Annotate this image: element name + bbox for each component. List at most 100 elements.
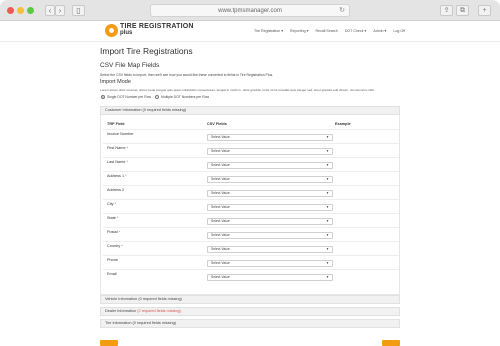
- minimize-window-button[interactable]: [17, 7, 24, 14]
- csv-field-select[interactable]: Select Value ▼: [207, 176, 333, 183]
- customer-panel-body: TRP Field CSV Fields Example Invoice Num…: [100, 115, 400, 295]
- logo-text-line1: TIRE REGISTRATION: [120, 23, 194, 30]
- csv-field-select[interactable]: Select Value ▼: [207, 148, 333, 155]
- vehicle-panel-header[interactable]: Vehicle Information (0 required fields m…: [100, 295, 400, 304]
- dealer-panel-header[interactable]: Dealer Information (2 required fields mi…: [100, 307, 400, 316]
- field-label: Last Name *: [107, 160, 128, 164]
- csv-field-select[interactable]: Select Value ▼: [207, 274, 333, 281]
- csv-field-select[interactable]: Select Value ▼: [207, 218, 333, 225]
- site-logo[interactable]: TIRE REGISTRATION plus: [105, 23, 193, 38]
- table-row: Last Name * Select Value ▼: [103, 157, 399, 171]
- table-row: City * Select Value ▼: [103, 199, 399, 213]
- required-marker: *: [125, 174, 127, 178]
- csv-field-select[interactable]: Select Value ▼: [207, 246, 333, 253]
- chevron-down-icon: ▼: [326, 191, 329, 195]
- tire-panel-header[interactable]: Tire Information (0 required fields miss…: [100, 319, 400, 328]
- csv-field-select-value: Select Value: [211, 163, 230, 167]
- table-row: Country * Select Value ▼: [103, 241, 399, 255]
- field-label-text: Invoice Number: [107, 132, 134, 136]
- new-tab-icon[interactable]: +: [478, 5, 491, 16]
- share-icon[interactable]: ⇪: [440, 5, 453, 16]
- csv-field-select[interactable]: Select Value ▼: [207, 162, 333, 169]
- field-label-text: Postal: [107, 230, 118, 234]
- table-row: Email Select Value ▼: [103, 269, 399, 283]
- field-label-text: Address 2: [107, 188, 125, 192]
- chevron-down-icon: ▼: [326, 205, 329, 209]
- chevron-down-icon: ▼: [326, 149, 329, 153]
- import-mode-heading: Import Mode: [100, 79, 131, 85]
- nav-tire-registration[interactable]: Tire Registration ▾: [254, 29, 283, 33]
- browser-toolbar: ‹ › ▯ www.tpmsmanager.com ↻ ⇪ ⧉ +: [0, 0, 500, 21]
- csv-field-select-value: Select Value: [211, 261, 230, 265]
- csv-field-select[interactable]: Select Value ▼: [207, 134, 333, 141]
- nav-admin[interactable]: Admin ▾: [373, 29, 386, 33]
- field-label-text: Country: [107, 244, 121, 248]
- field-label: Email: [107, 272, 117, 276]
- back-button[interactable]: [100, 340, 118, 346]
- address-bar-url: www.tpmsmanager.com: [218, 8, 282, 14]
- next-button[interactable]: [382, 340, 400, 346]
- field-label-text: Phone: [107, 258, 118, 262]
- required-marker: *: [116, 216, 119, 220]
- field-label: Address 2: [107, 188, 124, 192]
- site-header: TIRE REGISTRATION plus Tire Registration…: [0, 21, 500, 42]
- table-row: Invoice Number Select Value ▼: [103, 129, 399, 143]
- address-bar[interactable]: www.tpmsmanager.com ↻: [150, 4, 350, 17]
- csv-field-select[interactable]: Select Value ▼: [207, 260, 333, 267]
- tabs-overview-icon[interactable]: ⧉: [456, 5, 469, 16]
- dealer-missing-warning: (2 required fields missing): [137, 309, 181, 313]
- csv-field-select-value: Select Value: [211, 219, 230, 223]
- csv-field-select-value: Select Value: [211, 275, 230, 279]
- close-window-button[interactable]: [7, 7, 14, 14]
- page-title: Import Tire Registrations: [100, 46, 193, 56]
- field-label-text: First Name: [107, 146, 126, 150]
- field-label: Invoice Number: [107, 132, 134, 136]
- column-header-csv-fields: CSV Fields: [207, 122, 227, 126]
- top-navigation: Tire Registration ▾ Reporting ▾ Recall S…: [254, 29, 405, 33]
- radio-single-dot[interactable]: Single DOT Number per Row: [101, 95, 151, 100]
- maximize-window-button[interactable]: [27, 7, 34, 14]
- table-row: Address 1 * Select Value ▼: [103, 171, 399, 185]
- column-header-example: Example: [335, 122, 351, 126]
- csv-field-select[interactable]: Select Value ▼: [207, 204, 333, 211]
- section-help-text: Select the CSV fields to import, then we…: [100, 73, 274, 77]
- tire-panel-title: Tire Information (0 required fields miss…: [105, 321, 176, 325]
- nav-dot-check[interactable]: DOT Check ▾: [345, 29, 367, 33]
- nav-reporting[interactable]: Reporting ▾: [290, 29, 308, 33]
- radio-multiple-dot[interactable]: Multiple DOT Numbers per Row: [155, 95, 209, 100]
- table-row: State * Select Value ▼: [103, 213, 399, 227]
- nav-recall-search[interactable]: Recall Search: [315, 29, 337, 33]
- table-row: Phone Select Value ▼: [103, 255, 399, 269]
- forward-arrow-icon[interactable]: ›: [55, 5, 65, 16]
- csv-field-select-value: Select Value: [211, 177, 230, 181]
- customer-panel-header[interactable]: Customer Information (0 required fields …: [100, 106, 400, 115]
- field-label: Phone: [107, 258, 118, 262]
- sidebar-toggle-icon[interactable]: ▯: [72, 5, 85, 16]
- browser-window: ‹ › ▯ www.tpmsmanager.com ↻ ⇪ ⧉ + TIRE R…: [0, 0, 500, 346]
- field-label-text: Last Name: [107, 160, 126, 164]
- csv-field-select[interactable]: Select Value ▼: [207, 190, 333, 197]
- csv-field-select-value: Select Value: [211, 233, 230, 237]
- nav-log-off[interactable]: Log Off: [393, 29, 405, 33]
- table-row: First Name * Select Value ▼: [103, 143, 399, 157]
- chevron-down-icon: ▼: [326, 275, 329, 279]
- csv-field-select[interactable]: Select Value ▼: [207, 232, 333, 239]
- field-label: State *: [107, 216, 118, 220]
- customer-panel-title: Customer Information (0 required fields …: [105, 108, 187, 112]
- required-marker: *: [121, 244, 123, 248]
- required-marker: *: [114, 202, 117, 206]
- csv-field-select-value: Select Value: [211, 191, 230, 195]
- import-mode-description: Lorem ipsum dolor sit amet, donec pede c…: [100, 88, 375, 92]
- chevron-down-icon: ▼: [326, 219, 329, 223]
- field-label: First Name *: [107, 146, 128, 150]
- reload-icon[interactable]: ↻: [339, 5, 345, 17]
- chevron-down-icon: ▼: [326, 135, 329, 139]
- chevron-down-icon: ▼: [326, 233, 329, 237]
- chevron-down-icon: ▼: [326, 247, 329, 251]
- section-title: CSV File Map Fields: [100, 62, 160, 69]
- field-label-text: State: [107, 216, 116, 220]
- csv-field-select-value: Select Value: [211, 205, 230, 209]
- required-marker: *: [118, 230, 121, 234]
- chevron-down-icon: ▼: [326, 163, 329, 167]
- back-arrow-icon[interactable]: ‹: [45, 5, 55, 16]
